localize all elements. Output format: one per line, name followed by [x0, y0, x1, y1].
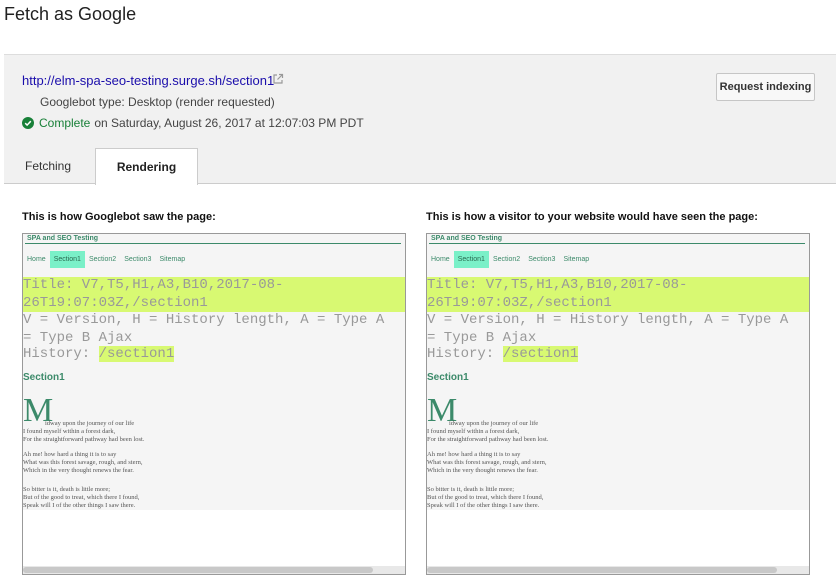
- nav-section1: Section1: [49, 251, 85, 268]
- poem-line: But of the good to treat, which there I …: [23, 494, 140, 501]
- legend-line-2: = Type B Ajax: [23, 329, 133, 346]
- divider: [429, 243, 805, 244]
- request-indexing-button[interactable]: Request indexing: [716, 73, 815, 101]
- site-nav: Home Section1 Section2 Section3 Sitemap: [427, 251, 593, 268]
- debug-title: Title: V7,T5,H1,A3,B10,2017-08- 26T19:07…: [23, 277, 405, 312]
- poem-line: I found myself within a forest dark,: [23, 428, 116, 435]
- debug-line-1: Title: V7,T5,H1,A3,B10,2017-08-: [427, 277, 688, 293]
- nav-home: Home: [27, 256, 46, 263]
- nav-section2: Section2: [88, 256, 117, 263]
- nav-home: Home: [431, 256, 450, 263]
- site-title: SPA and SEO Testing: [431, 235, 503, 242]
- debug-line-2: 26T19:07:03Z,/section1: [427, 294, 612, 311]
- scroll-thumb[interactable]: [427, 567, 777, 573]
- legend-line-2: = Type B Ajax: [427, 329, 537, 346]
- poem-line: Ah me! how hard a thing it is to say: [23, 451, 117, 458]
- check-circle-icon: [22, 117, 34, 129]
- poem-line: So bitter is it, death is little more;: [23, 486, 111, 493]
- poem-line: For the straightforward pathway had been…: [427, 436, 549, 443]
- rendered-page: SPA and SEO Testing Home Section1 Sectio…: [427, 234, 809, 510]
- nav-section3: Section3: [528, 256, 556, 263]
- poem-line: Ah me! how hard a thing it is to say: [427, 451, 521, 458]
- fetch-status-row: Complete on Saturday, August 26, 2017 at…: [22, 116, 364, 130]
- visitor-render-frame: SPA and SEO Testing Home Section1 Sectio…: [426, 233, 810, 575]
- googlebot-type: Googlebot type: Desktop (render requeste…: [40, 95, 275, 109]
- poem-line: So bitter is it, death is little more;: [427, 486, 515, 493]
- horizontal-scrollbar[interactable]: [23, 566, 405, 574]
- page-title: Fetch as Google: [4, 4, 137, 24]
- legend-line-1: V = Version, H = History length, A = Typ…: [23, 312, 385, 328]
- tab-rendering[interactable]: Rendering: [95, 148, 198, 185]
- status-complete: Complete: [39, 116, 91, 130]
- history-line: History: /section1: [427, 346, 579, 364]
- status-timestamp: on Saturday, August 26, 2017 at 12:07:03…: [94, 116, 364, 130]
- debug-line-1: Title: V7,T5,H1,A3,B10,2017-08-: [23, 277, 284, 293]
- external-link-icon[interactable]: [272, 73, 284, 85]
- nav-section2: Section2: [492, 256, 521, 263]
- history-value: /section1: [98, 346, 175, 362]
- poem-line: Which in the very thought renews the fea…: [23, 467, 134, 474]
- poem-line: I found myself within a forest dark,: [427, 428, 520, 435]
- history-line: History: /section1: [23, 346, 175, 364]
- legend-line-1: V = Version, H = History length, A = Typ…: [427, 312, 789, 328]
- poem-line: Speak will I of the other things I saw t…: [23, 502, 136, 509]
- site-title: SPA and SEO Testing: [27, 235, 99, 242]
- googlebot-view-title: This is how Googlebot saw the page:: [22, 211, 216, 223]
- legend-text: V = Version, H = History length, A = Typ…: [427, 312, 788, 347]
- poem-line: idway upon the journey of our life: [449, 420, 539, 427]
- googlebot-render-frame: SPA and SEO Testing Home Section1 Sectio…: [22, 233, 406, 575]
- nav-sitemap: Sitemap: [563, 256, 590, 263]
- debug-line-2: 26T19:07:03Z,/section1: [23, 294, 208, 311]
- poem-line: What was this forest savage, rough, and …: [23, 459, 143, 466]
- history-value: /section1: [502, 346, 579, 362]
- poem-line: But of the good to treat, which there I …: [427, 494, 544, 501]
- history-label: History:: [427, 346, 495, 362]
- section-heading: Section1: [427, 372, 469, 383]
- nav-sitemap: Sitemap: [159, 256, 186, 263]
- poem-line: Speak will I of the other things I saw t…: [427, 502, 540, 509]
- fetched-url-link[interactable]: http://elm-spa-seo-testing.surge.sh/sect…: [22, 73, 274, 88]
- visitor-view-title: This is how a visitor to your website wo…: [426, 211, 758, 223]
- site-nav: Home Section1 Section2 Section3 Sitemap: [23, 251, 189, 268]
- section-heading: Section1: [23, 372, 65, 383]
- nav-section1: Section1: [453, 251, 489, 268]
- history-label: History:: [23, 346, 91, 362]
- scroll-thumb[interactable]: [23, 567, 373, 573]
- legend-text: V = Version, H = History length, A = Typ…: [23, 312, 384, 347]
- poem-line: What was this forest savage, rough, and …: [427, 459, 547, 466]
- poem-line: For the straightforward pathway had been…: [23, 436, 145, 443]
- debug-title: Title: V7,T5,H1,A3,B10,2017-08- 26T19:07…: [427, 277, 809, 312]
- rendered-page: SPA and SEO Testing Home Section1 Sectio…: [23, 234, 405, 510]
- horizontal-scrollbar[interactable]: [427, 566, 809, 574]
- poem-line: idway upon the journey of our life: [45, 420, 135, 427]
- poem-line: Which in the very thought renews the fea…: [427, 467, 538, 474]
- nav-section3: Section3: [124, 256, 152, 263]
- divider: [25, 243, 401, 244]
- tab-fetching[interactable]: Fetching: [14, 148, 82, 184]
